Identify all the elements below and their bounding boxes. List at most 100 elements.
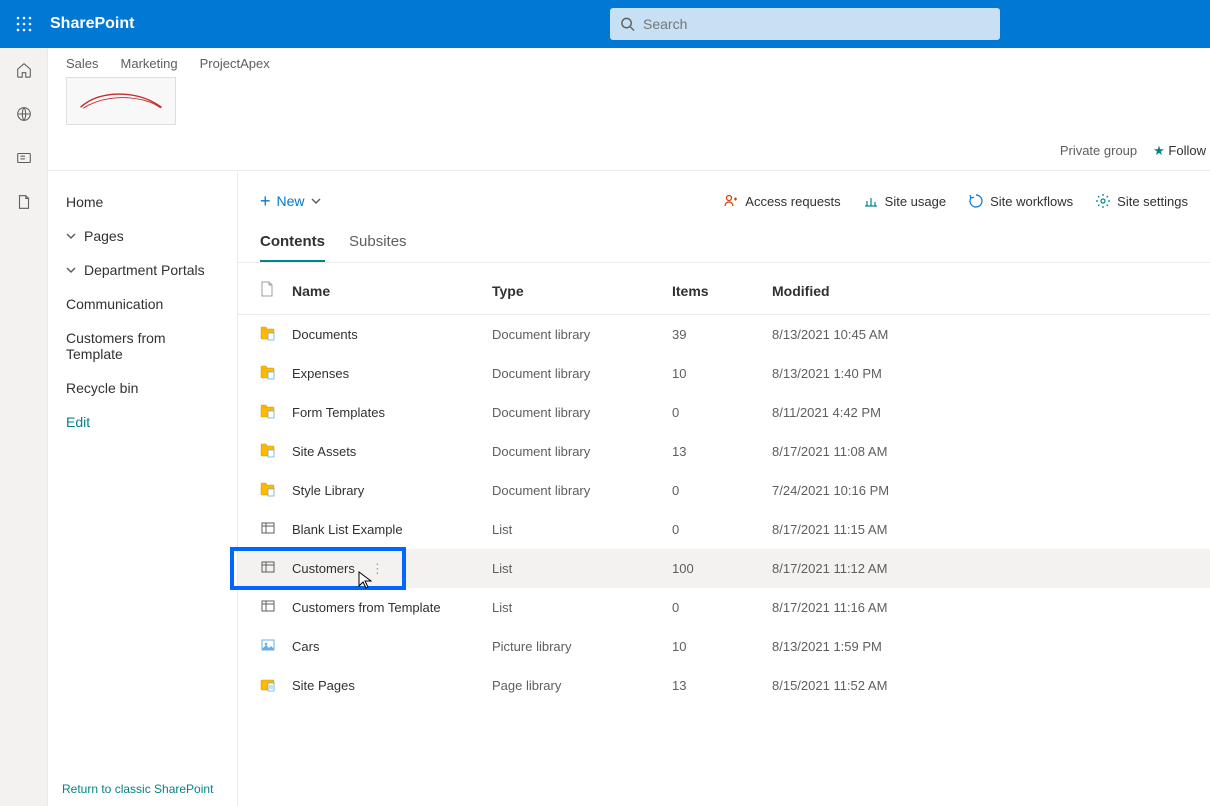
content-tabs: Contents Subsites	[238, 221, 1210, 263]
table-row[interactable]: Form TemplatesDocument library08/11/2021…	[238, 393, 1210, 432]
search-input[interactable]	[643, 16, 990, 32]
row-type: Document library	[484, 393, 664, 432]
col-modified[interactable]: Modified	[764, 263, 1210, 315]
hub-links: Sales Marketing ProjectApex	[66, 48, 1192, 71]
doclib-icon	[260, 481, 276, 497]
chevron-down-icon	[66, 231, 80, 241]
tab-contents[interactable]: Contents	[260, 233, 325, 262]
site-left-nav: Home Pages Department Portals Communicat…	[48, 171, 238, 806]
site-status-bar: Private group ★ Follow	[48, 131, 1210, 171]
table-row[interactable]: Cars Picture library108/13/2021 1:59 PM	[238, 627, 1210, 666]
row-modified: 8/17/2021 11:08 AM	[764, 432, 1210, 471]
site-logo[interactable]	[66, 77, 176, 125]
row-modified: 8/11/2021 4:42 PM	[764, 393, 1210, 432]
nav-communication[interactable]: Communication	[48, 287, 237, 321]
nav-home[interactable]: Home	[48, 185, 237, 219]
table-row[interactable]: Customers from Template List08/17/2021 11…	[238, 588, 1210, 627]
table-row[interactable]: ExpensesDocument library108/13/2021 1:40…	[238, 354, 1210, 393]
row-name: Customers from Template	[292, 600, 441, 615]
table-row[interactable]: Site AssetsDocument library138/17/2021 1…	[238, 432, 1210, 471]
table-row[interactable]: Documents Document library398/13/2021 10:…	[238, 315, 1210, 355]
row-type: List	[484, 510, 664, 549]
table-row[interactable]: Blank List Example List08/17/2021 11:15 A…	[238, 510, 1210, 549]
col-icon	[238, 263, 284, 315]
col-items[interactable]: Items	[664, 263, 764, 315]
row-items: 0	[664, 393, 764, 432]
suite-bar: SharePoint	[0, 0, 1210, 48]
gear-icon	[1095, 193, 1111, 209]
search-box[interactable]	[610, 8, 1000, 40]
new-button[interactable]: + New	[260, 192, 321, 210]
hub-link[interactable]: Marketing	[121, 56, 178, 71]
site-usage-button[interactable]: Site usage	[863, 193, 946, 209]
row-type: Picture library	[484, 627, 664, 666]
list-icon	[260, 598, 276, 614]
row-name: Blank List Example	[292, 522, 403, 537]
row-items: 39	[664, 315, 764, 355]
brand-label[interactable]: SharePoint	[50, 15, 134, 33]
row-modified: 8/17/2021 11:16 AM	[764, 588, 1210, 627]
row-items: 10	[664, 627, 764, 666]
row-type: Page library	[484, 666, 664, 705]
doclib-icon	[260, 442, 276, 458]
table-row[interactable]: Style LibraryDocument library07/24/2021 …	[238, 471, 1210, 510]
nav-recycle-bin[interactable]: Recycle bin	[48, 371, 237, 405]
row-type: Document library	[484, 432, 664, 471]
row-items: 0	[664, 510, 764, 549]
search-icon	[620, 16, 635, 32]
row-name: Cars	[292, 639, 319, 654]
row-modified: 8/17/2021 11:15 AM	[764, 510, 1210, 549]
app-root: SharePoint Sales Marketing ProjectApex	[0, 0, 1210, 806]
row-modified: 8/13/2021 1:40 PM	[764, 354, 1210, 393]
row-name: Site Pages	[292, 678, 355, 693]
row-modified: 7/24/2021 10:16 PM	[764, 471, 1210, 510]
row-modified: 8/13/2021 10:45 AM	[764, 315, 1210, 355]
command-bar: + New Access requests Site usage	[238, 181, 1210, 221]
hub-header: Sales Marketing ProjectApex	[48, 48, 1210, 131]
nav-pages[interactable]: Pages	[48, 219, 237, 253]
follow-button[interactable]: ★ Follow	[1153, 143, 1206, 159]
site-settings-button[interactable]: Site settings	[1095, 193, 1188, 209]
row-type: Document library	[484, 315, 664, 355]
pagelib-icon	[260, 676, 276, 692]
row-type: List	[484, 588, 664, 627]
row-items: 0	[664, 588, 764, 627]
file-icon[interactable]	[14, 192, 34, 212]
doclib-icon	[260, 325, 276, 341]
nav-department-portals[interactable]: Department Portals	[48, 253, 237, 287]
chevron-down-icon	[311, 193, 321, 209]
tab-subsites[interactable]: Subsites	[349, 233, 407, 262]
news-icon[interactable]	[14, 148, 34, 168]
nav-edit-link[interactable]: Edit	[48, 405, 237, 439]
list-icon	[260, 520, 276, 536]
main-content: + New Access requests Site usage	[238, 171, 1210, 806]
row-name: Customers	[292, 561, 355, 576]
row-items: 13	[664, 666, 764, 705]
globe-icon[interactable]	[14, 104, 34, 124]
row-modified: 8/13/2021 1:59 PM	[764, 627, 1210, 666]
row-more-icon[interactable]: ⋮	[365, 561, 390, 577]
site-workflows-button[interactable]: Site workflows	[968, 193, 1073, 209]
doclib-icon	[260, 403, 276, 419]
table-row[interactable]: Site PagesPage library138/15/2021 11:52 …	[238, 666, 1210, 705]
left-rail	[0, 48, 48, 806]
return-classic-link[interactable]: Return to classic SharePoint	[62, 782, 213, 796]
row-items: 13	[664, 432, 764, 471]
private-group-label: Private group	[1060, 143, 1137, 158]
col-type[interactable]: Type	[484, 263, 664, 315]
list-icon	[260, 559, 276, 575]
table-row[interactable]: Customers⋮List1008/17/2021 11:12 AM	[238, 549, 1210, 588]
home-icon[interactable]	[14, 60, 34, 80]
nav-customers-template[interactable]: Customers from Template	[48, 321, 237, 371]
row-name: Documents	[292, 327, 358, 342]
hub-link[interactable]: Sales	[66, 56, 99, 71]
row-modified: 8/17/2021 11:12 AM	[764, 549, 1210, 588]
plus-icon: +	[260, 192, 271, 210]
piclib-icon	[260, 637, 276, 653]
row-name: Expenses	[292, 366, 349, 381]
col-name[interactable]: Name	[284, 263, 484, 315]
star-icon: ★	[1153, 143, 1165, 158]
access-requests-button[interactable]: Access requests	[723, 193, 840, 209]
app-launcher-icon[interactable]	[10, 10, 38, 38]
hub-link[interactable]: ProjectApex	[200, 56, 270, 71]
